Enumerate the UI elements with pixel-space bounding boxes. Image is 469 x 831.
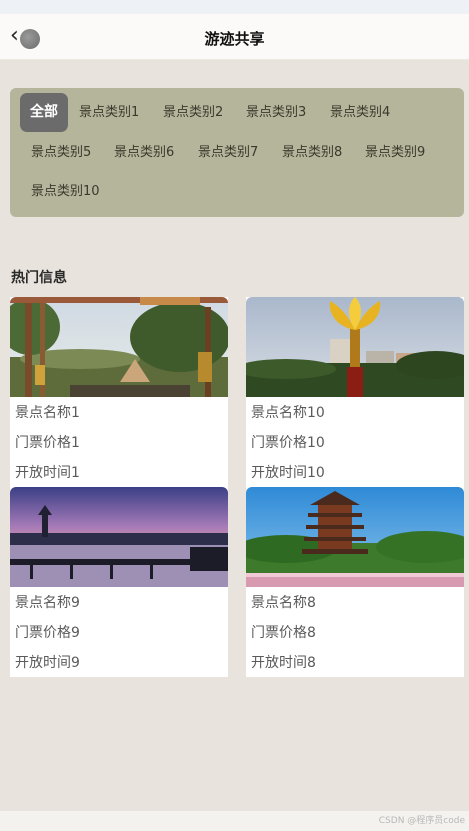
opening-hours: 开放时间10 [251, 465, 325, 481]
spot-image [246, 487, 464, 587]
category-10[interactable]: 景点类别10 [31, 184, 100, 200]
category-6[interactable]: 景点类别6 [114, 145, 174, 161]
category-panel: 全部 景点类别1 景点类别2 景点类别3 景点类别4 景点类别5 景点类别6 景… [10, 88, 464, 217]
spot-name: 景点名称9 [15, 595, 80, 611]
category-8[interactable]: 景点类别8 [282, 145, 342, 161]
app-header: ‹ 游迹共享 [0, 14, 469, 60]
category-all[interactable]: 全部 [20, 93, 68, 132]
category-7[interactable]: 景点类别7 [198, 145, 258, 161]
category-5[interactable]: 景点类别5 [31, 145, 91, 161]
category-3[interactable]: 景点类别3 [246, 105, 306, 121]
category-9[interactable]: 景点类别9 [365, 145, 425, 161]
category-1[interactable]: 景点类别1 [79, 105, 139, 121]
spot-card[interactable]: 景点名称1 门票价格1 开放时间1 [10, 297, 228, 487]
opening-hours: 开放时间1 [15, 465, 80, 481]
status-strip [0, 0, 469, 14]
spot-image [10, 297, 228, 397]
spot-name: 景点名称10 [251, 405, 325, 421]
page-title: 游迹共享 [204, 30, 265, 48]
opening-hours: 开放时间8 [251, 655, 316, 671]
spot-name: 景点名称1 [15, 405, 80, 421]
ticket-price: 门票价格9 [15, 625, 80, 641]
spot-card[interactable]: 景点名称10 门票价格10 开放时间10 [246, 297, 464, 487]
ticket-price: 门票价格1 [15, 435, 80, 451]
category-2[interactable]: 景点类别2 [163, 105, 223, 121]
category-4[interactable]: 景点类别4 [330, 105, 390, 121]
spot-image [246, 297, 464, 397]
spot-name: 景点名称8 [251, 595, 316, 611]
spot-image [10, 487, 228, 587]
spot-card[interactable]: 景点名称8 门票价格8 开放时间8 [246, 487, 464, 677]
spot-card[interactable]: 景点名称9 门票价格9 开放时间9 [10, 487, 228, 677]
watermark: CSDN @程序员code [378, 816, 465, 826]
ticket-price: 门票价格10 [251, 435, 325, 451]
opening-hours: 开放时间9 [15, 655, 80, 671]
hot-info-title: 热门信息 [11, 270, 67, 286]
ticket-price: 门票价格8 [251, 625, 316, 641]
